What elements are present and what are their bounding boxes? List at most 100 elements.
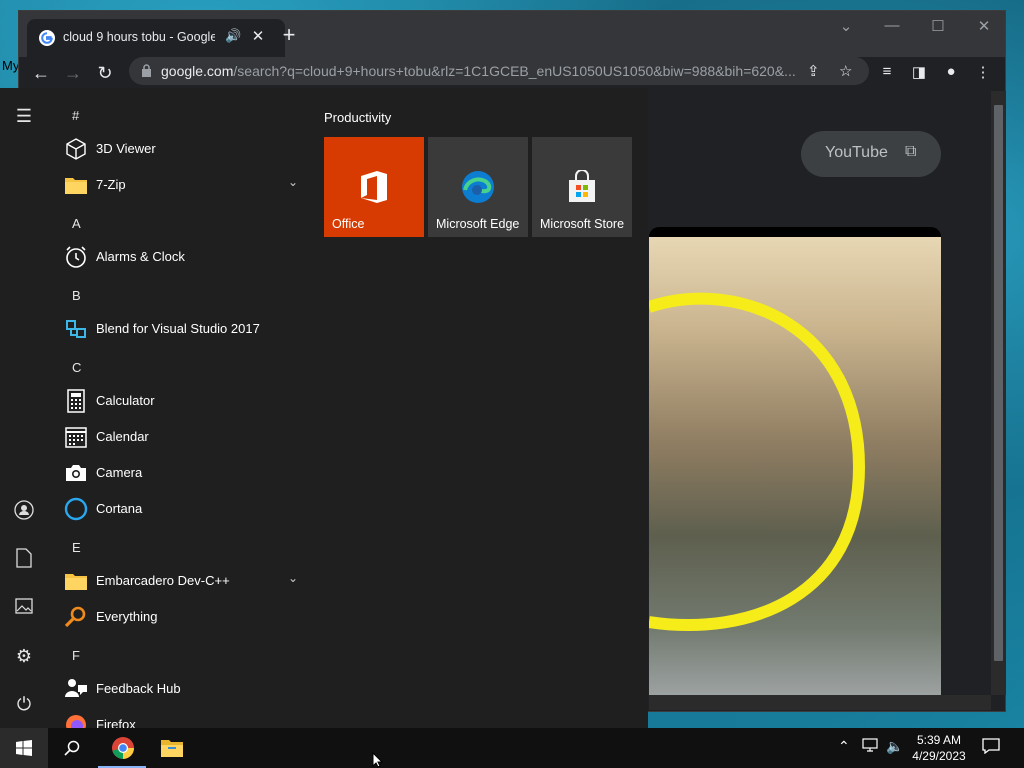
chevron-down-icon[interactable]: ⌄ [288,571,298,585]
minimize-button[interactable]: — [880,17,904,34]
browser-tab[interactable]: cloud 9 hours tobu - Google 🔊 ✕ [27,19,285,57]
documents-icon[interactable] [12,548,36,572]
new-tab-button[interactable]: + [277,23,301,47]
app-name: Calendar [96,429,149,444]
start-button[interactable] [0,728,48,768]
app-embarcadero-devcpp[interactable]: Embarcadero Dev-C++ ⌄ [62,563,306,599]
tile-microsoft-store[interactable]: Microsoft Store [532,137,632,237]
notifications-icon[interactable] [982,738,1000,757]
chevron-down-icon[interactable]: ⌄ [288,175,298,189]
folder-icon [65,574,87,590]
clock-time: 5:39 AM [916,733,962,747]
app-alarms-clock[interactable]: Alarms & Clock [62,239,306,275]
network-icon[interactable] [862,738,878,755]
reload-button[interactable]: ↻ [93,61,117,85]
app-3d-viewer[interactable]: 3D Viewer [62,131,306,167]
taskbar-file-explorer[interactable] [148,728,196,768]
app-name: Feedback Hub [96,681,181,696]
scrollbar-thumb[interactable] [994,105,1003,661]
app-firefox[interactable]: Firefox [62,707,306,728]
app-name: Everything [96,609,158,624]
app-feedback-hub[interactable]: Feedback Hub [62,671,306,707]
app-7zip[interactable]: 7-Zip ⌄ [62,167,306,203]
yellow-ring-graphic [649,292,866,631]
tile-label: Microsoft Store [540,217,625,231]
back-button[interactable]: ← [29,61,53,85]
lock-icon [142,64,151,77]
address-bar[interactable]: google.com/search?q=cloud+9+hours+tobu&r… [129,57,869,85]
taskbar-clock[interactable]: 5:39 AM 4/29/2023 [906,732,972,764]
tile-label: Office [332,217,365,231]
maximize-button[interactable]: ☐ [926,17,950,35]
app-name: Blend for Visual Studio 2017 [96,321,260,336]
volume-icon[interactable]: 🔈 [886,738,903,755]
camera-icon [66,465,86,481]
browser-toolbar: ← → ↻ google.com/search?q=cloud+9+hours+… [19,57,1005,89]
menu-icon[interactable]: ⋮ [973,63,993,81]
tab-title: cloud 9 hours tobu - Google [63,30,215,44]
close-tab-icon[interactable]: ✕ [249,28,267,46]
app-name: Alarms & Clock [96,249,185,264]
tile-office[interactable]: Office [324,137,424,237]
show-hidden-icons-icon[interactable]: ⌃ [838,738,850,755]
profile-icon[interactable]: ● [941,63,961,80]
calculator-icon [67,389,85,413]
app-calculator[interactable]: Calculator [62,383,306,419]
section-letter[interactable]: C [72,360,81,375]
app-name: 7-Zip [96,177,126,192]
share-icon[interactable]: ⇪ [807,62,820,80]
taskbar-chrome[interactable] [98,728,146,768]
app-list: # 3D Viewer 7-Zip ⌄ A Alarms & Clock B B… [56,88,306,728]
user-account-icon[interactable] [12,500,36,524]
feedback-icon [65,679,87,697]
section-letter[interactable]: A [72,216,81,231]
vertical-scrollbar[interactable] [991,91,1006,695]
pictures-icon[interactable] [12,596,36,620]
app-camera[interactable]: Camera [62,455,306,491]
desktop-icon-label[interactable]: My [2,58,19,73]
app-cortana[interactable]: Cortana [62,491,306,527]
app-calendar[interactable]: Calendar [62,419,306,455]
video-thumbnail[interactable] [649,227,941,695]
settings-gear-icon[interactable]: ⚙ [12,644,36,668]
clock-date: 4/29/2023 [912,749,966,763]
forward-button[interactable]: → [61,61,85,85]
power-icon[interactable]: ⏻ [12,692,36,716]
mouse-cursor-icon [372,752,384,768]
taskbar: ⌃ 🔈 5:39 AM 4/29/2023 [0,728,1024,768]
chrome-icon [112,737,134,759]
office-icon [361,171,387,203]
alarm-clock-icon [66,246,86,268]
section-letter[interactable]: B [72,288,81,303]
youtube-button-label: YouTube [825,144,888,161]
app-everything[interactable]: Everything [62,599,306,635]
tile-microsoft-edge[interactable]: Microsoft Edge [428,137,528,237]
app-name: Calculator [96,393,155,408]
section-letter[interactable]: # [72,108,79,123]
horizontal-scrollbar[interactable] [649,695,991,710]
hamburger-menu-icon[interactable]: ☰ [12,104,36,128]
speaker-icon[interactable]: 🔊 [225,28,241,44]
app-blend[interactable]: Blend for Visual Studio 2017 [62,311,306,347]
side-panel-icon[interactable]: ◨ [909,63,929,81]
media-control-icon[interactable]: ≡ [877,63,897,80]
youtube-button[interactable]: YouTube ⧉ [801,131,941,177]
app-name: Cortana [96,501,143,516]
app-name: Camera [96,465,143,480]
start-rail: ☰ ⚙ ⏻ [0,88,48,728]
tab-search-icon[interactable]: ⌄ [834,17,858,35]
tile-group-title[interactable]: Productivity [324,110,391,125]
search-button[interactable] [48,728,96,768]
url-text: google.com/search?q=cloud+9+hours+tobu&r… [161,63,801,79]
google-icon [39,30,55,46]
url-path: /search?q=cloud+9+hours+tobu&rlz=1C1GCEB… [233,63,796,79]
file-explorer-icon [161,740,183,757]
section-letter[interactable]: E [72,540,81,555]
section-letter[interactable]: F [72,648,80,663]
search-icon [64,740,80,756]
close-window-button[interactable]: ✕ [972,17,996,35]
firefox-icon [66,715,86,728]
tile-label: Microsoft Edge [436,217,520,231]
bookmark-star-icon[interactable]: ☆ [839,62,852,80]
folder-icon [65,178,87,194]
